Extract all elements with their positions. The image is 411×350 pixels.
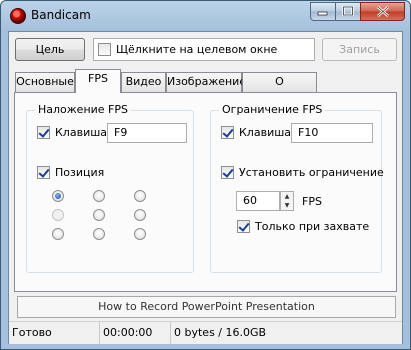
target-button[interactable]: Цель xyxy=(15,38,85,61)
only-capture-checkbox[interactable] xyxy=(237,220,250,233)
app-window: Bandicam Цель Щёлкните на целевом окне З… xyxy=(0,0,411,350)
status-time: 00:00:00 xyxy=(100,322,171,344)
target-window-label: Щёлкните на целевом окне xyxy=(116,43,278,56)
bandicam-record-icon xyxy=(10,8,26,24)
position-radio-top-center[interactable] xyxy=(93,190,105,202)
maximize-button[interactable] xyxy=(335,2,361,21)
close-icon xyxy=(376,6,389,17)
window-title: Bandicam xyxy=(31,8,91,22)
fps-overlay-title: Наложение FPS xyxy=(35,103,131,116)
tab-general[interactable]: Основные xyxy=(15,72,75,92)
only-capture-label: Только при захвате xyxy=(255,220,370,233)
fps-limit-group: Ограничение FPS Клавиша F10 Установить о… xyxy=(210,103,384,273)
position-label: Позиция xyxy=(55,166,105,179)
minimize-button[interactable] xyxy=(310,2,336,21)
tab-fps[interactable]: FPS xyxy=(75,69,121,93)
spin-up-icon[interactable]: ▲ xyxy=(281,192,293,201)
position-radio-middle-right[interactable] xyxy=(134,209,146,221)
status-size: 0 bytes / 16.0GB xyxy=(174,326,267,339)
overlay-hotkey-label: Клавиша xyxy=(55,126,108,139)
fps-tab-panel: Наложение FPS Клавиша F9 Позиция Огранич… xyxy=(14,92,397,292)
position-radio-bottom-left[interactable] xyxy=(52,228,64,240)
fps-unit-label: FPS xyxy=(302,195,322,208)
fps-limit-title: Ограничение FPS xyxy=(219,103,326,116)
overlay-hotkey-field[interactable]: F9 xyxy=(107,123,187,143)
close-button[interactable] xyxy=(360,2,405,21)
promo-link[interactable]: How to Record PowerPoint Presentation xyxy=(17,296,396,318)
maximize-icon xyxy=(342,6,354,16)
position-radio-middle-left[interactable] xyxy=(52,209,64,221)
position-radio-top-right[interactable] xyxy=(134,190,146,202)
position-radio-middle-center[interactable] xyxy=(93,209,105,221)
limit-hotkey-checkbox[interactable] xyxy=(221,126,234,139)
target-window-box: Щёлкните на целевом окне xyxy=(93,38,315,61)
set-limit-label: Установить ограничение xyxy=(239,166,384,179)
status-state: Готово xyxy=(9,322,100,344)
limit-hotkey-field[interactable]: F10 xyxy=(291,123,373,143)
fps-spinner[interactable]: ▲ ▼ xyxy=(280,191,294,211)
fps-value-field[interactable]: 60 xyxy=(236,191,280,211)
fps-overlay-group: Наложение FPS Клавиша F9 Позиция xyxy=(26,103,194,273)
tab-image[interactable]: Изображение xyxy=(166,72,246,92)
client-area: Цель Щёлкните на целевом окне Запись Осн… xyxy=(8,31,403,344)
title-bar[interactable]: Bandicam xyxy=(1,1,410,31)
minimize-icon xyxy=(317,11,328,16)
position-checkbox[interactable] xyxy=(37,166,50,179)
spin-down-icon[interactable]: ▼ xyxy=(281,201,293,210)
status-bar: Готово 00:00:00 0 bytes / 16.0GB xyxy=(9,321,402,344)
limit-hotkey-label: Клавиша xyxy=(239,126,292,139)
position-radio-top-left[interactable] xyxy=(52,190,64,202)
tab-video[interactable]: Видео xyxy=(121,72,166,92)
set-limit-checkbox[interactable] xyxy=(221,166,234,179)
position-radio-bottom-center[interactable] xyxy=(93,228,105,240)
position-radio-bottom-right[interactable] xyxy=(134,228,146,240)
target-window-checkbox[interactable] xyxy=(98,43,111,56)
record-button[interactable]: Запись xyxy=(322,38,397,61)
tab-about[interactable]: О программе xyxy=(242,72,317,106)
overlay-hotkey-checkbox[interactable] xyxy=(37,126,50,139)
